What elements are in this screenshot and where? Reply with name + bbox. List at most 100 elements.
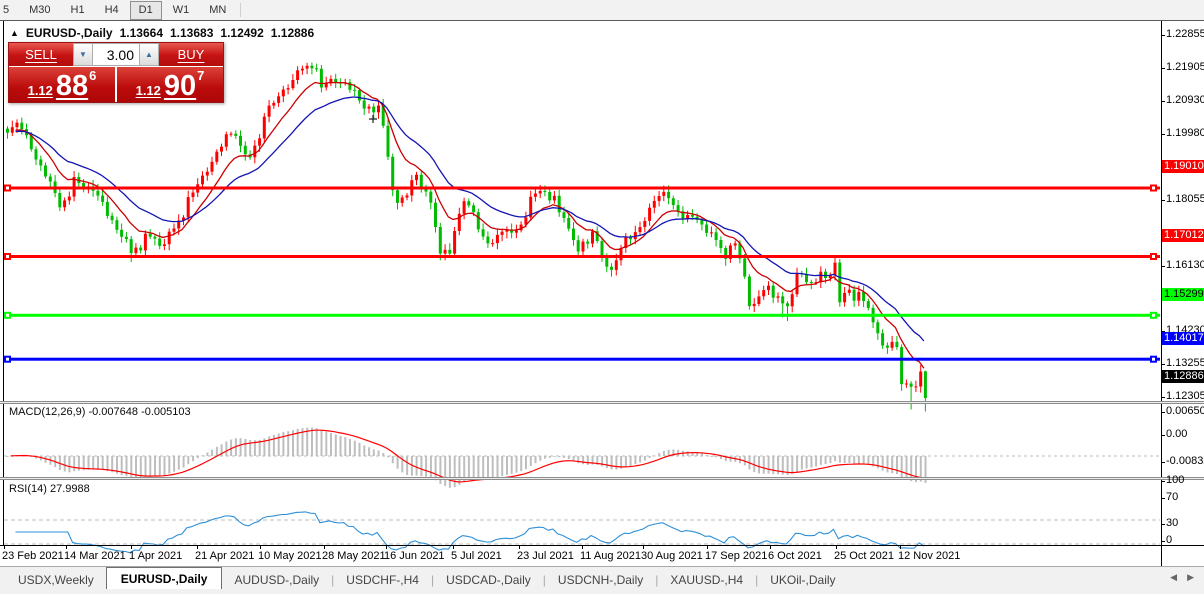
timeframe-button-w1[interactable]: W1 — [164, 1, 199, 20]
date-tick-mark — [324, 546, 325, 549]
buy-button[interactable]: BUY — [159, 43, 223, 66]
open-value: 1.13664 — [120, 26, 163, 40]
date-tick-mark — [707, 546, 708, 549]
axis-tick-mark — [1161, 462, 1165, 463]
date-tick-mark — [453, 546, 454, 549]
chart-tab-bar: USDX,WeeklyEURUSD-,DailyAUDUSD-,Daily|US… — [0, 566, 1204, 590]
price-level-badge: 1.17012 — [1162, 229, 1204, 242]
axis-tick-mark — [1161, 364, 1165, 365]
axis-tick-label: 1.12305 — [1166, 390, 1204, 402]
timeframe-button-mn[interactable]: MN — [200, 1, 235, 20]
timeframe-button-h4[interactable]: H4 — [96, 1, 128, 20]
mt4-platform-window: 5M30H1H4D1W1MN ▲ EURUSD-,Daily 1.13664 1… — [0, 0, 1204, 594]
price-level-badge: 1.15299 — [1162, 288, 1204, 301]
axis-tick-label: 100 — [1166, 474, 1184, 486]
close-value: 1.12886 — [271, 26, 314, 40]
tab-usdx-weekly[interactable]: USDX,Weekly — [6, 569, 106, 590]
volume-input[interactable]: 3.00 — [93, 43, 139, 66]
timeframe-button-h1[interactable]: H1 — [62, 1, 94, 20]
macd-panel-divider[interactable] — [0, 401, 1204, 404]
tab-scroll-right-icon[interactable]: ▶ — [1187, 572, 1194, 583]
rsi-panel-divider[interactable] — [0, 477, 1204, 480]
axis-tick-mark — [1161, 481, 1165, 482]
price-chart-canvas[interactable] — [0, 21, 1161, 587]
axis-tick-mark — [1161, 397, 1165, 398]
timeframe-button-m30[interactable]: M30 — [20, 1, 59, 20]
one-click-trading-panel: SELL ▼ 3.00 ▲ BUY 1.12886 1.12907 — [8, 42, 224, 103]
tab-scroll-left-icon[interactable]: ◀ — [1170, 572, 1177, 583]
volume-increase-button[interactable]: ▲ — [139, 43, 159, 66]
buy-price-button[interactable]: 1.12907 — [117, 67, 223, 102]
date-tick-mark — [643, 546, 644, 549]
axis-tick-label: 70 — [1166, 491, 1178, 503]
low-value: 1.12492 — [220, 26, 263, 40]
axis-tick-label: 1.21905 — [1166, 61, 1204, 73]
buy-price-point: 7 — [197, 68, 204, 83]
axis-tick-mark — [1161, 435, 1165, 436]
axis-tick-label: 1.16130 — [1166, 259, 1204, 271]
axis-tick-label: 1.22855 — [1166, 28, 1204, 40]
date-tick-mark — [900, 546, 901, 549]
axis-tick-mark — [1161, 266, 1165, 267]
date-tick-label: 21 Apr 2021 — [195, 550, 254, 562]
spin-up-icon: ▲ — [145, 50, 153, 59]
tab-audusd-daily[interactable]: AUDUSD-,Daily — [222, 569, 331, 590]
volume-decrease-button[interactable]: ▼ — [73, 43, 93, 66]
axis-tick-mark — [1161, 101, 1165, 102]
sell-price-button[interactable]: 1.12886 — [9, 67, 115, 102]
sell-price-point: 6 — [89, 68, 96, 83]
axis-tick-mark — [1161, 498, 1165, 499]
date-tick-mark — [131, 546, 132, 549]
symbol-label: EURUSD-,Daily — [26, 26, 113, 40]
date-tick-label: 17 Sep 2021 — [705, 550, 767, 562]
timeframe-button-5[interactable]: 5 — [0, 1, 18, 20]
date-tick-mark — [519, 546, 520, 549]
date-tick-mark — [4, 546, 5, 549]
tab-scroll-arrows: ◀ ▶ — [1170, 572, 1194, 583]
price-level-badge: 1.14017 — [1162, 332, 1204, 345]
price-level-badge: 1.19010 — [1162, 160, 1204, 173]
axis-tick-label: 0.00 — [1166, 428, 1187, 440]
date-tick-label: 12 Nov 2021 — [898, 550, 960, 562]
sell-price-pips: 88 — [56, 75, 88, 98]
chart-left-border — [3, 21, 4, 546]
spin-down-icon: ▼ — [79, 50, 87, 59]
date-tick-label: 23 Jul 2021 — [517, 550, 574, 562]
date-tick-mark — [770, 546, 771, 549]
date-tick-label: 30 Aug 2021 — [641, 550, 703, 562]
axis-tick-label: 1.20930 — [1166, 94, 1204, 106]
tab-usdchf-h4[interactable]: USDCHF-,H4 — [334, 569, 431, 590]
axis-tick-label: -0.00832 — [1166, 455, 1204, 467]
axis-tick-mark — [1161, 134, 1165, 135]
price-level-badge: 1.12886 — [1162, 370, 1204, 383]
sell-price-base: 1.12 — [28, 84, 53, 98]
axis-tick-mark — [1161, 68, 1165, 69]
toolbar-separator — [240, 3, 241, 17]
date-tick-label: 14 Mar 2021 — [64, 550, 126, 562]
date-tick-label: 10 May 2021 — [258, 550, 322, 562]
date-tick-mark — [66, 546, 67, 549]
timeframe-button-d1[interactable]: D1 — [130, 1, 162, 20]
axis-tick-label: 1.13255 — [1166, 357, 1204, 369]
date-tick-label: 25 Oct 2021 — [834, 550, 894, 562]
tab-ukoil-daily[interactable]: UKOil-,Daily — [758, 569, 847, 590]
date-tick-label: 11 Aug 2021 — [580, 550, 641, 562]
axis-tick-label: 1.18055 — [1166, 193, 1204, 205]
tab-eurusd-daily[interactable]: EURUSD-,Daily — [106, 567, 223, 590]
axis-tick-mark — [1161, 412, 1165, 413]
date-tick-mark — [386, 546, 387, 549]
high-value: 1.13683 — [170, 26, 213, 40]
tab-xauusd-h4[interactable]: XAUUSD-,H4 — [658, 569, 755, 590]
sell-button[interactable]: SELL — [9, 43, 73, 66]
macd-indicator-label: MACD(12,26,9) -0.007648 -0.005103 — [9, 406, 191, 418]
axis-tick-mark — [1161, 200, 1165, 201]
tab-usdcad-daily[interactable]: USDCAD-,Daily — [434, 569, 543, 590]
collapse-triangle-icon[interactable]: ▲ — [10, 28, 19, 38]
axis-tick-label: 1.19980 — [1166, 127, 1204, 139]
date-tick-mark — [197, 546, 198, 549]
date-tick-label: 16 Jun 2021 — [384, 550, 445, 562]
tab-usdcnh-daily[interactable]: USDCNH-,Daily — [546, 569, 655, 590]
date-tick-label: 28 May 2021 — [322, 550, 386, 562]
date-tick-mark — [836, 546, 837, 549]
axis-tick-mark — [1161, 524, 1165, 525]
